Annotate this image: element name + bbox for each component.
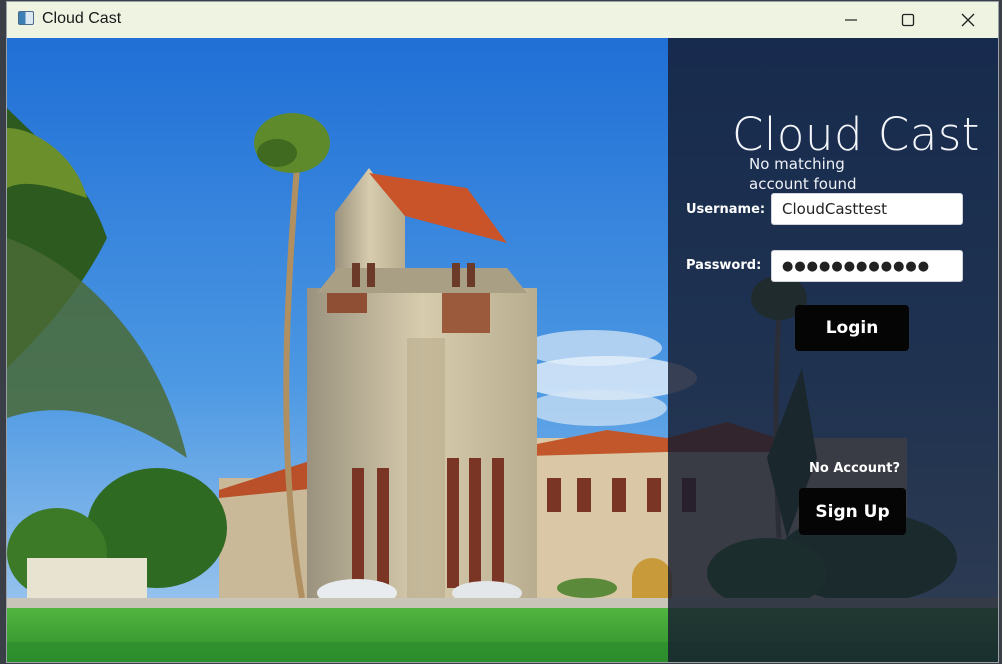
maximize-icon <box>901 13 915 27</box>
title-bar[interactable]: Cloud Cast <box>7 2 998 38</box>
maximize-button[interactable] <box>879 2 937 38</box>
no-account-label: No Account? <box>809 461 901 476</box>
error-message: No matching account found <box>749 155 857 193</box>
minimize-button[interactable] <box>822 2 880 38</box>
window-title: Cloud Cast <box>42 10 122 27</box>
close-icon <box>961 13 975 27</box>
username-label: Username: <box>686 202 766 217</box>
password-input[interactable] <box>771 250 963 282</box>
minimize-icon <box>845 19 857 21</box>
username-input[interactable] <box>771 193 963 225</box>
sign-up-button[interactable]: Sign Up <box>799 488 906 535</box>
app-window: Cloud Cast Cloud Cast No matching accoun… <box>7 2 998 662</box>
app-icon <box>18 11 34 25</box>
close-button[interactable] <box>939 2 997 38</box>
login-button[interactable]: Login <box>795 305 909 351</box>
password-label: Password: <box>686 258 762 273</box>
login-screen: Cloud Cast No matching account found Use… <box>7 38 998 662</box>
